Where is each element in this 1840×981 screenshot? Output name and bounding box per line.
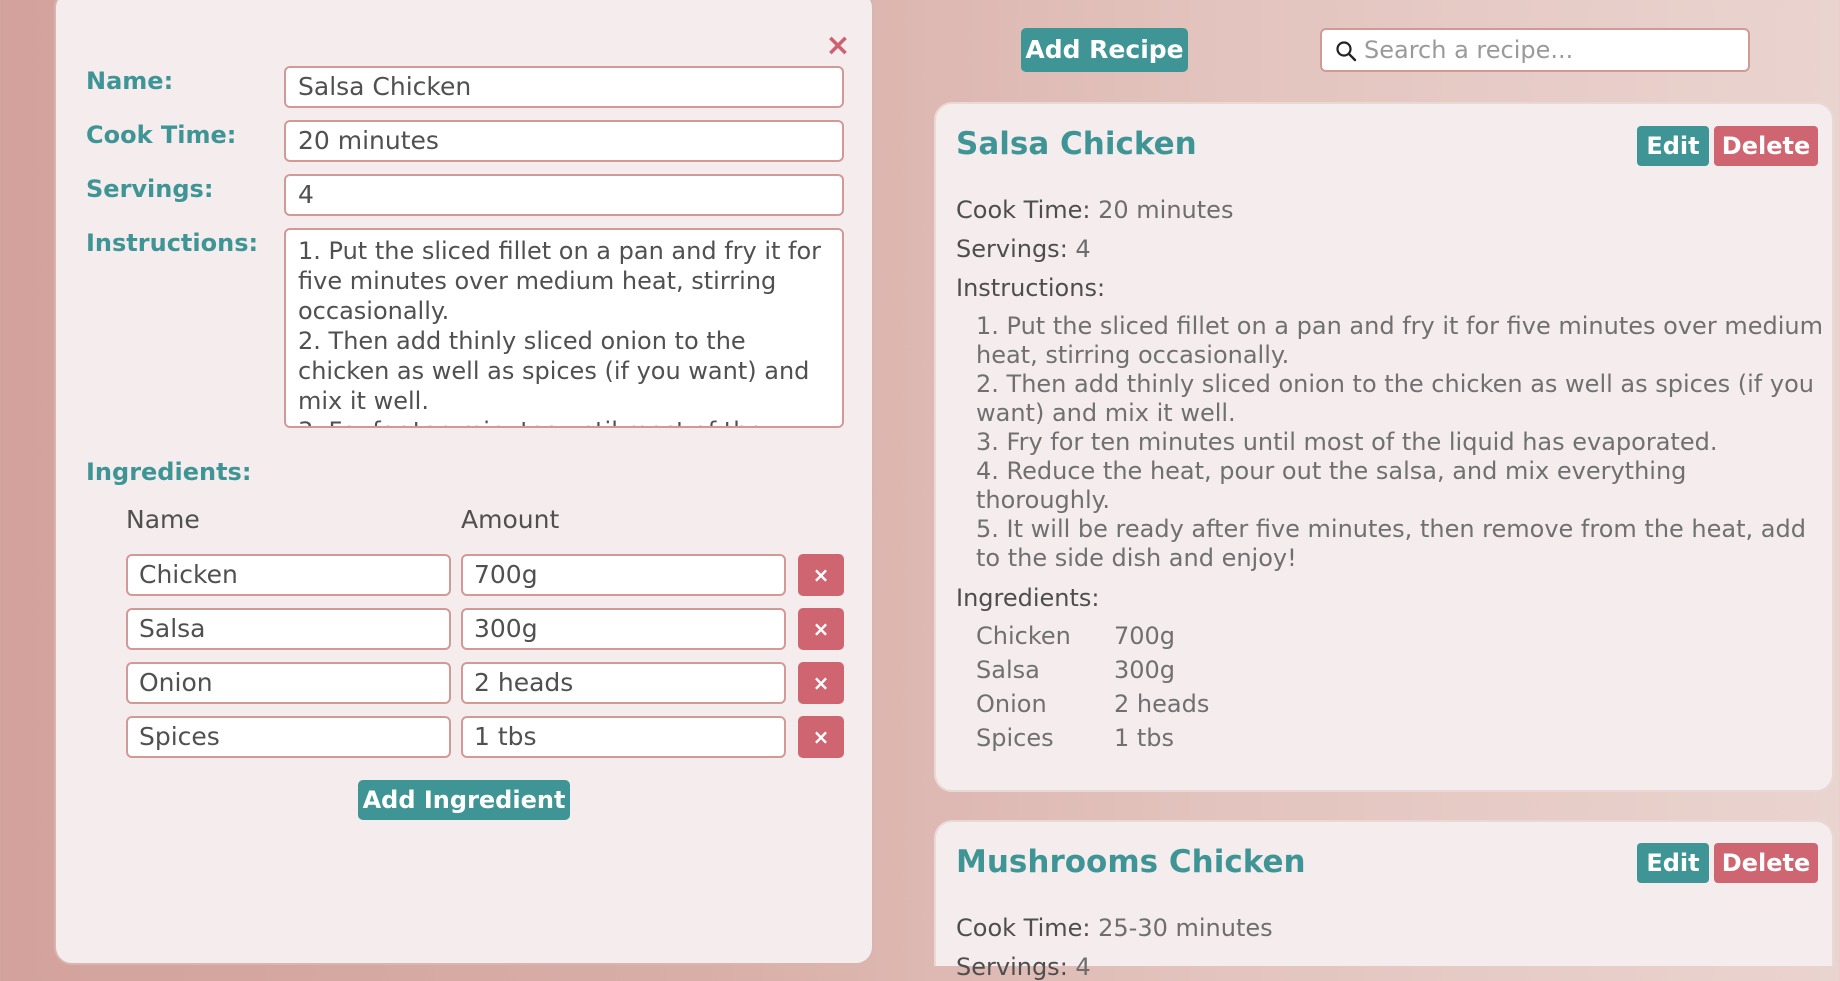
- ingredient-name-input[interactable]: Salsa: [126, 608, 451, 650]
- ingredient-amount: 700g: [1114, 622, 1176, 650]
- ingredient-name-input[interactable]: Onion: [126, 662, 451, 704]
- remove-icon: ×: [812, 563, 830, 587]
- instructions-textarea[interactable]: 1. Put the sliced fillet on a pan and fr…: [284, 228, 844, 428]
- servings-key: Servings:: [956, 235, 1068, 263]
- ingredient-amount-input[interactable]: 1 tbs: [461, 716, 786, 758]
- remove-icon: ×: [812, 725, 830, 749]
- ingredient-name-header: Name: [126, 505, 200, 534]
- delete-button[interactable]: Delete: [1714, 843, 1818, 883]
- servings-line: Servings: 4: [956, 235, 1091, 263]
- instruction-step: 1. Put the sliced fillet on a pan and fr…: [976, 312, 1823, 369]
- servings-key: Servings:: [956, 953, 1068, 981]
- add-ingredient-button[interactable]: Add Ingredient: [358, 780, 570, 820]
- servings-value: 4: [1075, 235, 1091, 263]
- servings-label: Servings:: [86, 175, 214, 203]
- cook-time-key: Cook Time:: [956, 196, 1091, 224]
- remove-icon: ×: [812, 671, 830, 695]
- instruction-step: 4. Reduce the heat, pour out the salsa, …: [976, 457, 1687, 514]
- search-placeholder: Search a recipe...: [1364, 36, 1574, 64]
- remove-ingredient-button[interactable]: ×: [798, 554, 844, 596]
- delete-button[interactable]: Delete: [1714, 126, 1818, 166]
- recipe-card: Mushrooms Chicken Edit Delete Cook Time:…: [934, 820, 1834, 981]
- ingredient-name: Chicken: [976, 622, 1071, 650]
- instruction-step: 2. Then add thinly sliced onion to the c…: [976, 370, 1814, 427]
- ingredients-heading: Ingredients:: [956, 584, 1100, 612]
- servings-value: 4: [1075, 953, 1091, 981]
- close-icon[interactable]: ×: [820, 28, 856, 64]
- cook-time-input[interactable]: 20 minutes: [284, 120, 844, 162]
- servings-line: Servings: 4: [956, 953, 1091, 981]
- instruction-step: 3. Fry for ten minutes until most of the…: [976, 428, 1718, 456]
- ingredient-amount-input[interactable]: 300g: [461, 608, 786, 650]
- ingredient-amount: 300g: [1114, 656, 1176, 684]
- ingredients-label: Ingredients:: [86, 458, 252, 486]
- cook-time-key: Cook Time:: [956, 914, 1091, 942]
- name-label: Name:: [86, 67, 174, 95]
- servings-input[interactable]: 4: [284, 174, 844, 216]
- ingredient-amount-input[interactable]: 700g: [461, 554, 786, 596]
- ingredient-amount-header: Amount: [461, 505, 560, 534]
- recipe-title: Mushrooms Chicken: [956, 844, 1306, 880]
- add-recipe-button[interactable]: Add Recipe: [1021, 28, 1188, 72]
- ingredient-name: Salsa: [976, 656, 1040, 684]
- recipe-card: Salsa Chicken Edit Delete Cook Time: 20 …: [934, 102, 1834, 792]
- remove-icon: ×: [812, 617, 830, 641]
- name-input[interactable]: Salsa Chicken: [284, 66, 844, 108]
- instructions-label: Instructions:: [86, 229, 259, 257]
- instructions-heading: Instructions:: [956, 274, 1106, 302]
- recipe-title: Salsa Chicken: [956, 126, 1197, 162]
- cook-time-label: Cook Time:: [86, 121, 237, 149]
- search-input[interactable]: Search a recipe...: [1320, 28, 1750, 72]
- edit-button[interactable]: Edit: [1637, 843, 1709, 883]
- ingredient-name: Onion: [976, 690, 1047, 718]
- remove-ingredient-button[interactable]: ×: [798, 716, 844, 758]
- edit-button[interactable]: Edit: [1637, 126, 1709, 166]
- ingredient-name-input[interactable]: Spices: [126, 716, 451, 758]
- ingredient-amount: 1 tbs: [1114, 724, 1175, 752]
- instruction-step: 5. It will be ready after five minutes, …: [976, 515, 1806, 572]
- cook-time-value: 25-30 minutes: [1098, 914, 1273, 942]
- remove-ingredient-button[interactable]: ×: [798, 608, 844, 650]
- instructions-list: 1. Put the sliced fillet on a pan and fr…: [976, 312, 1826, 573]
- remove-ingredient-button[interactable]: ×: [798, 662, 844, 704]
- ingredient-name-input[interactable]: Chicken: [126, 554, 451, 596]
- recipe-editor-modal: × Name: Salsa Chicken Cook Time: 20 minu…: [54, 0, 874, 965]
- ingredient-amount-input[interactable]: 2 heads: [461, 662, 786, 704]
- search-icon: [1336, 41, 1357, 62]
- cook-time-line: Cook Time: 20 minutes: [956, 196, 1233, 224]
- cook-time-value: 20 minutes: [1098, 196, 1234, 224]
- cook-time-line: Cook Time: 25-30 minutes: [956, 914, 1273, 942]
- ingredient-amount: 2 heads: [1114, 690, 1210, 718]
- ingredient-name: Spices: [976, 724, 1054, 752]
